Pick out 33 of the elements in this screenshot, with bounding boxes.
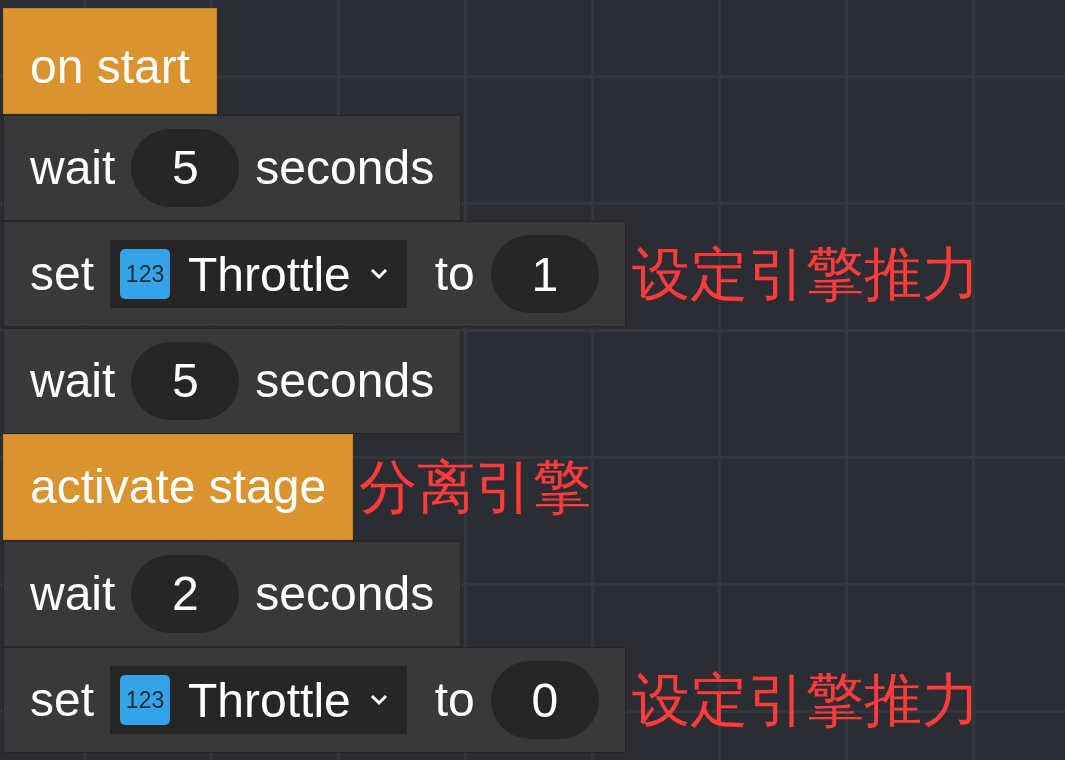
variable-name: Throttle [188,246,351,302]
caret-icon [368,268,389,281]
variable-dropdown[interactable]: 123 Throttle [110,666,407,735]
set-block[interactable]: set 123 Throttle to 0 [3,647,626,754]
comment-text: 设定引擎推力 [631,245,980,304]
variable-dropdown[interactable]: 123 Throttle [110,240,407,309]
block-label: seconds [255,143,435,192]
number-input[interactable]: 1 [490,235,599,314]
comment-text: 分离引擎 [359,458,592,517]
wait-block[interactable]: wait 2 seconds [3,540,462,647]
block-label: wait [30,143,116,192]
number-input[interactable]: 2 [131,554,240,633]
comment-text: 设定引擎推力 [631,671,980,730]
variable-name: Throttle [188,672,351,728]
block-label: wait [30,356,116,405]
wait-block[interactable]: wait 5 seconds [3,327,462,434]
block-label: seconds [255,356,435,405]
set-block[interactable]: set 123 Throttle to 1 [3,221,626,328]
number-input[interactable]: 5 [131,128,240,207]
block-label: to [434,250,475,299]
block-label: on start [30,43,191,92]
block-label: activate stage [30,463,327,512]
block-label: wait [30,569,116,618]
number-input[interactable]: 0 [490,661,599,740]
block-label: seconds [255,569,435,618]
number-type-icon: 123 [120,675,171,726]
wait-block[interactable]: wait 5 seconds [3,114,462,221]
number-type-icon: 123 [120,249,171,300]
number-input[interactable]: 5 [131,341,240,420]
block-label: set [30,250,95,299]
block-label: set [30,676,95,725]
block-label: to [434,676,475,725]
caret-icon [368,694,389,707]
